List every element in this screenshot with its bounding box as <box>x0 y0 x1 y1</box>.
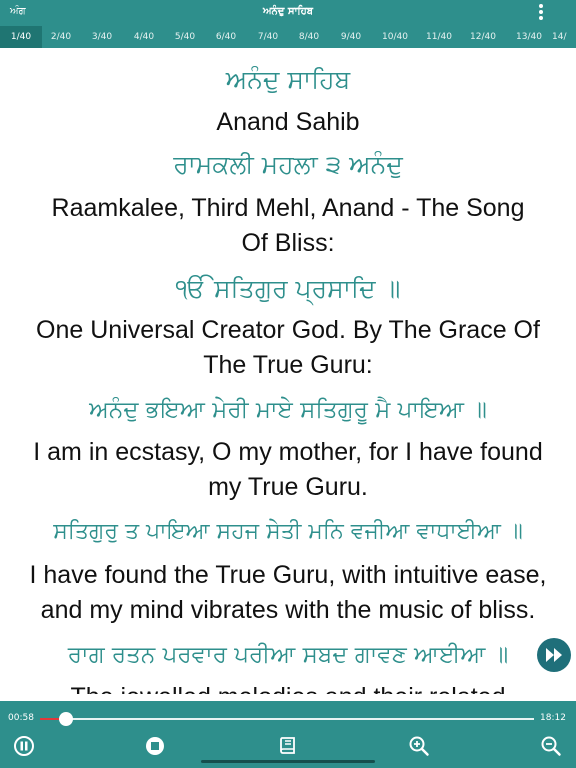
top-app-bar: ਅੰਗ ਅਨੰਦੁ ਸਾਹਿਬ <box>0 0 576 26</box>
tab-page-2[interactable]: 2/40 <box>40 26 82 48</box>
pause-icon[interactable] <box>13 735 35 757</box>
zoom-in-icon[interactable] <box>408 735 430 757</box>
tab-page-9[interactable]: 9/40 <box>330 26 372 48</box>
mool-gurmukhi: ੴ ਸਤਿਗੁਰ ਪ੍ਰਸਾਦਿ ॥ <box>175 274 401 303</box>
line1-english-line-2: my True Guru. <box>208 473 368 501</box>
line2-gurmukhi: ਸਤਿਗੁਰੁ ਤ ਪਾਇਆ ਸਹਜ ਸੇਤੀ ਮਨਿ ਵਜੀਆ ਵਾਧਾਈਆ … <box>53 519 523 544</box>
tab-page-11[interactable]: 11/40 <box>418 26 460 48</box>
title-gurmukhi: ਅਨੰਦੁ ਸਾਹਿਬ <box>225 65 351 94</box>
tab-page-8[interactable]: 8/40 <box>288 26 330 48</box>
title-english: Anand Sahib <box>216 108 360 136</box>
line3-gurmukhi: ਰਾਗ ਰਤਨ ਪਰਵਾਰ ਪਰੀਆ ਸਬਦ ਗਾਵਣ ਆਈਆ ॥ <box>67 642 509 668</box>
tab-page-3[interactable]: 3/40 <box>81 26 123 48</box>
reading-pane[interactable]: ਅਨੰਦੁ ਸਾਹਿਬ Anand Sahib ਰਾਮਕਲੀ ਮਹਲਾ ੩ ਅਨ… <box>0 48 576 694</box>
tab-page-4[interactable]: 4/40 <box>123 26 165 48</box>
page-tabs: 1/40 2/40 3/40 4/40 5/40 6/40 7/40 8/40 … <box>0 26 576 48</box>
mool-english-line-2: The True Guru: <box>203 351 373 379</box>
line2-english-line-2: and my mind vibrates with the music of b… <box>40 596 536 624</box>
tab-page-12[interactable]: 12/40 <box>462 26 504 48</box>
line3-english-line-1: The jewelled melodies and their related <box>6 680 570 694</box>
seek-handle[interactable] <box>59 712 73 726</box>
stop-icon[interactable] <box>144 735 166 757</box>
page-title: ਅਨੰਦੁ ਸਾਹਿਬ <box>262 6 314 17</box>
book-icon[interactable] <box>277 735 299 757</box>
elapsed-time: 00:58 <box>8 713 34 723</box>
audio-player: 00:58 18:12 <box>0 701 576 768</box>
tab-page-5[interactable]: 5/40 <box>164 26 206 48</box>
zoom-out-icon[interactable] <box>540 735 562 757</box>
line1-gurmukhi: ਅਨੰਦੁ ਭਇਆ ਮੇਰੀ ਮਾਏ ਸਤਿਗੁਰੂ ਮੈ ਪਾਇਆ ॥ <box>89 397 487 423</box>
home-indicator <box>201 760 375 763</box>
tab-page-6[interactable]: 6/40 <box>205 26 247 48</box>
line2-english-line-1: I have found the True Guru, with intuiti… <box>29 561 547 589</box>
line1-english-line-1: I am in ecstasy, O my mother, for I have… <box>33 438 543 466</box>
seek-bar[interactable] <box>40 718 534 720</box>
tab-page-7[interactable]: 7/40 <box>247 26 289 48</box>
heading-english-line-2: Of Bliss: <box>241 229 335 257</box>
mool-english-line-1: One Universal Creator God. By The Grace … <box>36 316 540 344</box>
tab-page-1[interactable]: 1/40 <box>0 26 42 48</box>
heading-english-line-1: Raamkalee, Third Mehl, Anand - The Song <box>51 194 525 222</box>
tab-page-13[interactable]: 13/40 <box>508 26 550 48</box>
heading-gurmukhi: ਰਾਮਕਲੀ ਮਹਲਾ ੩ ਅਨੰਦੁ <box>173 150 403 179</box>
tab-page-14[interactable]: 14/ <box>552 26 576 48</box>
fast-forward-icon[interactable] <box>537 638 571 672</box>
tab-page-10[interactable]: 10/40 <box>374 26 416 48</box>
more-vertical-icon[interactable] <box>536 3 546 23</box>
total-duration: 18:12 <box>540 713 566 723</box>
